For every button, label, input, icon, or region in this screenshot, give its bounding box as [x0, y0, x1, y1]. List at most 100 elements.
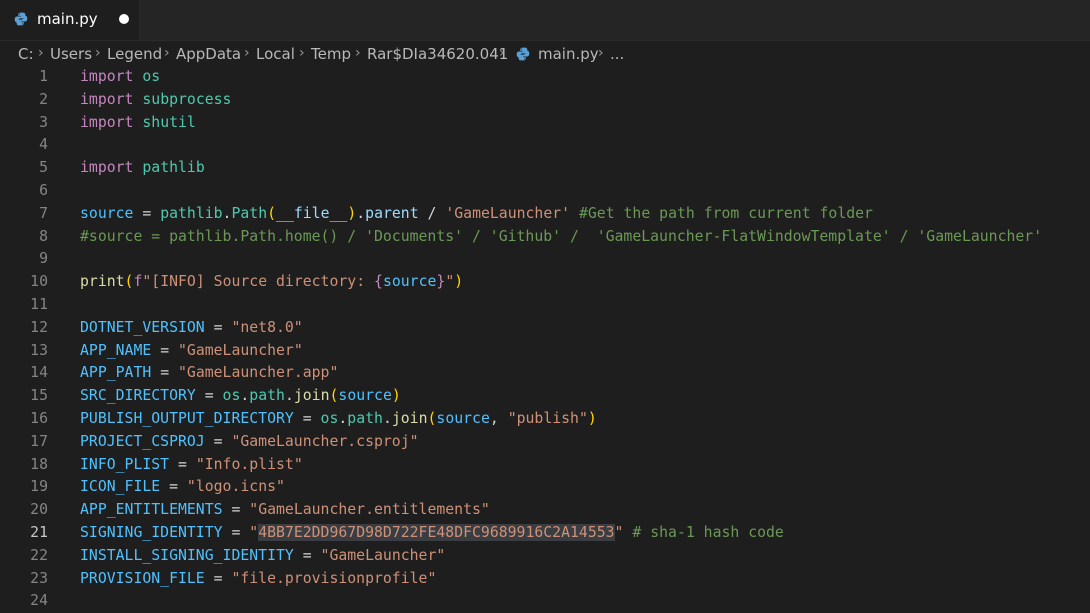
code-line[interactable]: 16 PUBLISH_OUTPUT_DIRECTORY = os.path.joi…	[0, 408, 1090, 431]
code-line[interactable]: 13 APP_NAME = "GameLauncher"	[0, 340, 1090, 363]
code-token: /	[418, 204, 446, 222]
code-token: os	[142, 68, 161, 85]
code-line[interactable]: 14 APP_PATH = "GameLauncher.app"	[0, 362, 1090, 385]
breadcrumb-rar-folder[interactable]: Rar$DIa34620.041	[367, 45, 508, 63]
code-line[interactable]: 19 ICON_FILE = "logo.icns"	[0, 476, 1090, 499]
code-line[interactable]: 6	[0, 180, 1090, 203]
code-text: APP_NAME = "GameLauncher"	[80, 340, 303, 363]
code-token: =	[222, 524, 250, 541]
code-token: os	[222, 387, 241, 405]
chevron-right-icon: ›	[38, 45, 44, 61]
code-line[interactable]: 10 print(f"[INFO] Source directory: {sour…	[0, 271, 1090, 294]
breadcrumb-users[interactable]: Users	[50, 45, 92, 63]
code-line[interactable]: 15 SRC_DIRECTORY = os.path.join(source)	[0, 385, 1090, 408]
code-token: "Info.plist"	[195, 455, 303, 473]
line-number: 5	[39, 159, 48, 177]
code-token: PUBLISH_OUTPUT_DIRECTORY	[80, 410, 294, 427]
code-text: import shutil	[80, 112, 196, 135]
code-token: "publish"	[507, 410, 588, 427]
code-token: import	[80, 90, 134, 108]
breadcrumb-drive[interactable]: C:	[18, 45, 34, 63]
code-line[interactable]: 24	[0, 590, 1090, 613]
code-text: print(f"[INFO] Source directory: {source…	[80, 271, 463, 294]
code-line[interactable]: 23 PROVISION_FILE = "file.provisionprofil…	[0, 568, 1090, 591]
code-line[interactable]: 3 import shutil	[0, 112, 1090, 135]
line-number: 1	[39, 68, 48, 85]
breadcrumb: C: › Users › Legend › AppData › Local › …	[0, 41, 1090, 67]
breadcrumb-file[interactable]: main.py	[538, 45, 599, 63]
code-token: =	[169, 455, 196, 473]
code-text: INSTALL_SIGNING_IDENTITY = "GameLauncher…	[80, 545, 445, 568]
code-line[interactable]: 4	[0, 134, 1090, 157]
line-number: 18	[30, 455, 48, 473]
breadcrumb-temp[interactable]: Temp	[311, 45, 351, 63]
code-token: join	[293, 387, 330, 405]
code-line[interactable]: 9	[0, 248, 1090, 271]
code-token: parent	[365, 204, 419, 222]
code-token: source	[338, 387, 392, 405]
line-number: 9	[39, 250, 48, 268]
tab-label: main.py	[37, 10, 98, 28]
code-token: =	[293, 410, 321, 427]
code-line[interactable]: 12 DOTNET_VERSION = "net8.0"	[0, 317, 1090, 340]
code-token: "GameLauncher.csproj"	[231, 432, 419, 450]
code-line[interactable]: 17 PROJECT_CSPROJ = "GameLauncher.csproj"	[0, 431, 1090, 454]
code-token: SRC_DIRECTORY	[80, 387, 196, 405]
code-line[interactable]: 8 #source = pathlib.Path.home() / 'Docume…	[0, 226, 1090, 249]
code-token: .	[240, 387, 250, 405]
code-token: =	[133, 204, 161, 222]
code-token: "[INFO] Source directory:	[142, 273, 375, 291]
code-token: 'GameLauncher'	[445, 204, 571, 222]
line-number: 24	[30, 592, 48, 610]
code-token: =	[151, 341, 179, 359]
breadcrumb-local[interactable]: Local	[256, 45, 295, 63]
breadcrumb-legend[interactable]: Legend	[107, 45, 162, 63]
code-token: DOTNET_VERSION	[80, 318, 205, 336]
code-token: "file.provisionprofile"	[231, 569, 437, 587]
code-token: .	[356, 204, 366, 222]
tab-main-py[interactable]: main.py	[0, 0, 140, 40]
code-line[interactable]: 11	[0, 294, 1090, 317]
code-token: source	[382, 273, 437, 291]
breadcrumb-symbols-ellipsis[interactable]: ...	[610, 45, 624, 63]
code-token: "GameLauncher"	[178, 341, 303, 359]
breadcrumb-appdata[interactable]: AppData	[176, 45, 241, 63]
code-editor[interactable]: 1 import os 2 import subprocess 3 import shut…	[0, 66, 1090, 609]
code-token: ,	[489, 410, 508, 427]
code-token: source	[80, 204, 134, 222]
code-text: SIGNING_IDENTITY = "4BB7E2DD967D98D722FE…	[80, 522, 784, 545]
code-token: APP_PATH	[80, 364, 152, 382]
code-token: INFO_PLIST	[80, 455, 170, 473]
code-token: =	[204, 318, 232, 336]
code-text: SRC_DIRECTORY = os.path.join(source)	[80, 385, 401, 408]
code-line[interactable]: 21 SIGNING_IDENTITY = "4BB7E2DD967D98D722…	[0, 522, 1090, 545]
code-token: os	[320, 410, 339, 427]
code-line[interactable]: 5 import pathlib	[0, 157, 1090, 180]
line-number: 21	[30, 524, 48, 541]
code-token: "logo.icns"	[186, 478, 285, 496]
code-token: source	[436, 410, 490, 427]
code-line[interactable]: 1 import os	[0, 66, 1090, 89]
unsaved-dot-icon[interactable]	[119, 14, 129, 24]
line-number: 20	[30, 501, 48, 519]
code-token: =	[151, 364, 179, 382]
code-token: }	[436, 273, 446, 291]
code-token: ICON_FILE	[80, 478, 161, 496]
code-line[interactable]: 7 source = pathlib.Path(__file__).parent …	[0, 203, 1090, 226]
code-text: import subprocess	[80, 89, 231, 112]
code-text: DOTNET_VERSION = "net8.0"	[80, 317, 303, 340]
code-text: import os	[80, 66, 160, 89]
line-number: 6	[39, 182, 48, 199]
line-number: 3	[39, 113, 48, 131]
code-line[interactable]: 2 import subprocess	[0, 89, 1090, 112]
code-line[interactable]: 22 INSTALL_SIGNING_IDENTITY = "GameLaunch…	[0, 545, 1090, 568]
code-line[interactable]: 18 INFO_PLIST = "Info.plist"	[0, 454, 1090, 477]
code-line[interactable]: 20 APP_ENTITLEMENTS = "GameLauncher.entit…	[0, 499, 1090, 522]
code-token: Path	[231, 204, 268, 222]
code-token: "	[445, 273, 455, 291]
line-number: 7	[39, 204, 48, 222]
code-token: )	[347, 204, 357, 222]
code-token: PROJECT_CSPROJ	[80, 432, 205, 450]
code-token: )	[587, 410, 597, 427]
code-token: .	[382, 410, 392, 427]
